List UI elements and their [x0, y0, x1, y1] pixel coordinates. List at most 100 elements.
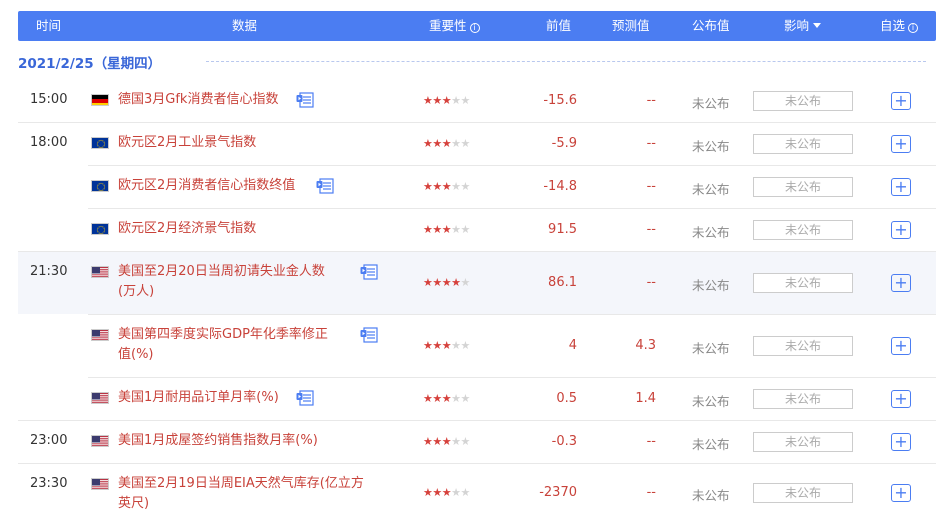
star-icon: ★ [460, 486, 471, 499]
report-doc-icon[interactable] [316, 178, 334, 194]
report-doc-icon[interactable] [296, 92, 314, 108]
add-watchlist-button[interactable]: + [891, 337, 911, 355]
eu-flag-icon [91, 223, 109, 235]
previous-value: 91.5 [548, 222, 577, 237]
actual-value: 未公布 [692, 139, 730, 154]
germany-flag-icon [91, 94, 109, 106]
add-watchlist-button[interactable]: + [891, 178, 911, 196]
star-icon: ★ [441, 94, 452, 107]
forecast-value: -- [646, 485, 656, 500]
forecast-value: -- [646, 222, 656, 237]
star-icon: ★ [423, 94, 433, 107]
forecast-value: -- [646, 136, 656, 151]
impact-box: 未公布 [753, 483, 853, 503]
importance-stars: ★★★★★ [423, 276, 470, 289]
header-data: 数据 [232, 18, 258, 33]
previous-value: -14.8 [543, 179, 577, 194]
star-icon: ★ [441, 339, 452, 352]
star-icon: ★ [423, 276, 433, 289]
previous-value: 4 [568, 338, 577, 353]
star-icon: ★ [423, 435, 433, 448]
previous-value: -0.3 [551, 434, 577, 449]
importance-stars: ★★★★★ [423, 223, 470, 236]
forecast-value: 4.3 [635, 338, 656, 353]
eu-flag-icon [91, 137, 109, 149]
star-icon: ★ [460, 94, 471, 107]
add-watchlist-button[interactable]: + [891, 135, 911, 153]
impact-box: 未公布 [753, 389, 853, 409]
add-watchlist-button[interactable]: + [891, 92, 911, 110]
forecast-value: -- [646, 275, 656, 290]
add-watchlist-button[interactable]: + [891, 390, 911, 408]
star-icon: ★ [441, 180, 452, 193]
impact-box: 未公布 [753, 336, 853, 356]
event-title[interactable]: 欧元区2月工业景气指数 [118, 133, 256, 153]
event-title[interactable]: 美国至2月20日当周初请失业金人数 (万人) [118, 262, 325, 302]
star-icon: ★ [441, 392, 452, 405]
info-icon[interactable]: i [908, 23, 919, 33]
star-icon: ★ [451, 435, 461, 448]
star-icon: ★ [451, 486, 461, 499]
importance-stars: ★★★★★ [423, 339, 470, 352]
caret-down-icon[interactable] [813, 23, 822, 28]
report-doc-icon[interactable] [360, 264, 378, 280]
actual-value: 未公布 [692, 96, 730, 111]
star-icon: ★ [451, 180, 461, 193]
event-title[interactable]: 欧元区2月消费者信心指数终值 [118, 176, 295, 196]
importance-stars: ★★★★★ [423, 435, 470, 448]
star-icon: ★ [423, 339, 433, 352]
star-icon: ★ [432, 392, 442, 405]
event-title[interactable]: 美国至2月19日当周EIA天然气库存(亿立方 英尺) [118, 474, 364, 514]
event-title[interactable]: 美国1月成屋签约销售指数月率(%) [118, 431, 318, 451]
usa-flag-icon [91, 392, 109, 404]
star-icon: ★ [460, 223, 471, 236]
star-icon: ★ [432, 223, 442, 236]
star-icon: ★ [460, 435, 471, 448]
report-doc-icon[interactable] [296, 390, 314, 406]
star-icon: ★ [432, 435, 442, 448]
star-icon: ★ [451, 137, 461, 150]
usa-flag-icon [91, 435, 109, 447]
star-icon: ★ [441, 276, 452, 289]
impact-box: 未公布 [753, 432, 853, 452]
event-title[interactable]: 美国第四季度实际GDP年化季率修正 值(%) [118, 325, 328, 365]
forecast-value: -- [646, 93, 656, 108]
star-icon: ★ [451, 276, 461, 289]
row-time: 23:00 [30, 433, 68, 448]
add-watchlist-button[interactable]: + [891, 433, 911, 451]
add-watchlist-button[interactable]: + [891, 274, 911, 292]
star-icon: ★ [432, 137, 442, 150]
info-icon[interactable]: i [469, 23, 480, 33]
star-icon: ★ [451, 339, 461, 352]
actual-value: 未公布 [692, 278, 730, 293]
previous-value: -15.6 [543, 93, 577, 108]
star-icon: ★ [441, 137, 452, 150]
event-title[interactable]: 美国1月耐用品订单月率(%) [118, 388, 279, 408]
previous-value: 0.5 [556, 391, 577, 406]
header-actual: 公布值 [692, 18, 730, 33]
star-icon: ★ [460, 180, 471, 193]
importance-stars: ★★★★★ [423, 486, 470, 499]
star-icon: ★ [432, 339, 442, 352]
star-icon: ★ [423, 223, 433, 236]
impact-box: 未公布 [753, 177, 853, 197]
add-watchlist-button[interactable]: + [891, 221, 911, 239]
add-watchlist-button[interactable]: + [891, 484, 911, 502]
header-impact[interactable]: 影响 [784, 11, 822, 41]
forecast-value: 1.4 [635, 391, 656, 406]
star-icon: ★ [432, 94, 442, 107]
star-icon: ★ [460, 137, 471, 150]
actual-value: 未公布 [692, 225, 730, 240]
importance-stars: ★★★★★ [423, 94, 470, 107]
event-title[interactable]: 德国3月Gfk消费者信心指数 [118, 90, 278, 110]
header-previous: 前值 [546, 18, 572, 33]
header-forecast: 预测值 [612, 18, 650, 33]
previous-value: -5.9 [551, 136, 577, 151]
row-time: 23:30 [30, 476, 68, 491]
impact-box: 未公布 [753, 220, 853, 240]
forecast-value: -- [646, 179, 656, 194]
star-icon: ★ [423, 180, 433, 193]
star-icon: ★ [432, 276, 442, 289]
report-doc-icon[interactable] [360, 327, 378, 343]
event-title[interactable]: 欧元区2月经济景气指数 [118, 219, 256, 239]
